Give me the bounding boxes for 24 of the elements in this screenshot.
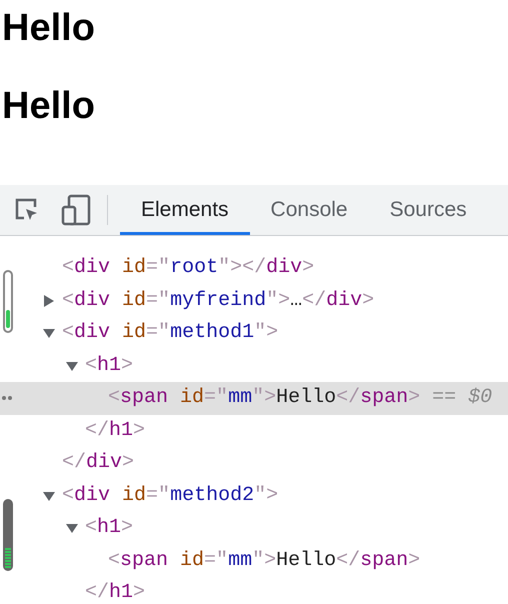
code-line[interactable]: <div id="myfreind">…</div> bbox=[62, 288, 374, 313]
scroll-indicator bbox=[3, 499, 13, 571]
expanded-arrow-icon[interactable] bbox=[43, 327, 55, 339]
code-line[interactable]: </h1> bbox=[85, 581, 146, 604]
code-line[interactable]: </div> bbox=[62, 451, 134, 476]
device-icon[interactable] bbox=[61, 194, 91, 226]
tab[interactable]: Sources bbox=[368, 185, 488, 235]
code-line[interactable]: <h1> bbox=[85, 516, 134, 540]
expanded-arrow-icon[interactable] bbox=[66, 522, 78, 534]
expanded-arrow-icon[interactable] bbox=[43, 490, 55, 502]
code-line[interactable]: <h1> bbox=[85, 354, 134, 378]
dots-icon[interactable] bbox=[2, 396, 12, 400]
heading: Hello bbox=[1, 84, 96, 128]
code-line[interactable]: <span id="mm">Hello</span> bbox=[108, 548, 420, 573]
tab[interactable]: Console bbox=[250, 185, 369, 235]
collapsed-arrow-icon[interactable] bbox=[43, 294, 55, 306]
expanded-arrow-icon[interactable] bbox=[66, 360, 78, 372]
code-line[interactable]: <div id="root"></div> bbox=[62, 256, 314, 280]
code-line[interactable]: <div id="method1"> bbox=[62, 321, 278, 346]
code-line[interactable]: </h1> bbox=[85, 418, 146, 443]
heading: Hello bbox=[1, 6, 96, 50]
scroll-indicator bbox=[3, 270, 13, 333]
tab[interactable]: Elements bbox=[120, 185, 250, 235]
code-line[interactable]: <div id="method2"> bbox=[62, 484, 278, 508]
